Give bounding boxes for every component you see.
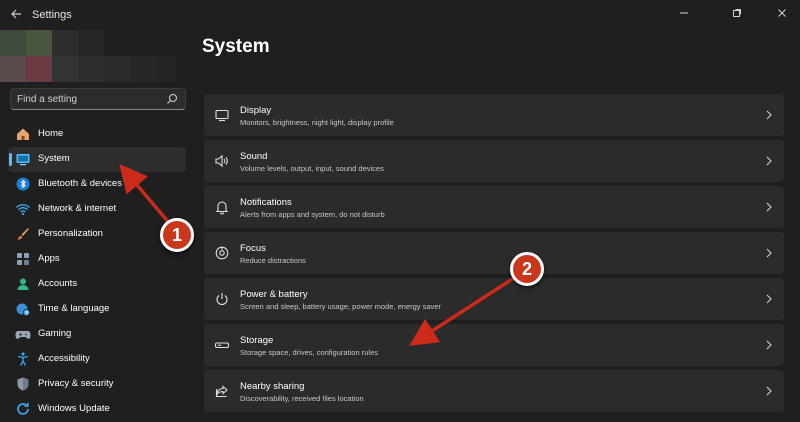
sidebar-item-label: Accessibility: [38, 353, 90, 364]
settings-card-sound[interactable]: Sound Volume levels, output, input, soun…: [204, 140, 784, 182]
sidebar-item-label: Apps: [38, 253, 60, 264]
sidebar-item-accounts[interactable]: Accounts: [8, 272, 186, 297]
card-title: Focus: [240, 243, 266, 254]
sidebar-item-windows-update[interactable]: Windows Update: [8, 397, 186, 422]
close-icon: [778, 9, 786, 17]
focus-icon: [215, 246, 229, 260]
power-icon: [216, 293, 228, 306]
chevron-right-icon: [766, 248, 772, 258]
globe-clock-icon: [16, 303, 31, 317]
card-subtitle: Screen and sleep, battery usage, power m…: [240, 302, 441, 311]
sidebar-item-system[interactable]: System: [8, 147, 186, 172]
sidebar-item-network[interactable]: Network & internet: [8, 197, 186, 222]
sidebar-item-label: Privacy & security: [38, 378, 114, 389]
sidebar-nav: Home System Bluetooth & devices Network …: [8, 122, 186, 422]
selection-indicator: [9, 153, 12, 166]
card-subtitle: Reduce distractions: [240, 256, 306, 265]
card-title: Notifications: [240, 197, 292, 208]
card-title: Storage: [240, 335, 274, 346]
sidebar-item-bluetooth[interactable]: Bluetooth & devices: [8, 172, 186, 197]
sidebar-item-gaming[interactable]: Gaming: [8, 322, 186, 347]
title-bar: Settings: [0, 0, 800, 32]
chevron-right-icon: [766, 156, 772, 166]
sidebar-item-label: Time & language: [38, 303, 110, 314]
chevron-right-icon: [766, 294, 772, 304]
sidebar-item-home[interactable]: Home: [8, 122, 186, 147]
back-button[interactable]: [8, 7, 24, 23]
page-title: System: [202, 36, 270, 57]
chevron-right-icon: [766, 340, 772, 350]
sidebar-item-time-language[interactable]: Time & language: [8, 297, 186, 322]
card-title: Power & battery: [240, 289, 308, 300]
wifi-icon: [15, 203, 31, 216]
avatar[interactable]: [0, 30, 176, 82]
sidebar-item-label: Network & internet: [38, 203, 117, 214]
card-subtitle: Volume levels, output, input, sound devi…: [240, 164, 384, 173]
monitor-icon: [16, 154, 30, 166]
app-title: Settings: [32, 9, 72, 21]
display-icon: [215, 109, 229, 122]
annotation-badge-2: 2: [510, 252, 544, 286]
sidebar-item-label: Home: [38, 128, 64, 139]
card-title: Nearby sharing: [240, 381, 305, 392]
sidebar-item-privacy-security[interactable]: Privacy & security: [8, 372, 186, 397]
maximize-button[interactable]: [717, 2, 757, 26]
accessibility-icon: [17, 352, 29, 366]
maximize-icon: [733, 9, 741, 17]
person-icon: [17, 278, 29, 290]
card-subtitle: Alerts from apps and system, do not dist…: [240, 210, 385, 219]
minimize-button[interactable]: [664, 2, 704, 26]
arrow-left-icon: [11, 9, 21, 19]
share-icon: [215, 385, 228, 398]
card-subtitle: Discoverability, received files location: [240, 394, 364, 403]
settings-card-notifications[interactable]: Notifications Alerts from apps and syste…: [204, 186, 784, 228]
sidebar-item-accessibility[interactable]: Accessibility: [8, 347, 186, 372]
shield-icon: [17, 377, 29, 391]
storage-icon: [214, 342, 230, 349]
card-title: Display: [240, 105, 272, 116]
card-subtitle: Monitors, brightness, night light, displ…: [240, 118, 394, 127]
settings-card-storage[interactable]: Storage Storage space, drives, configura…: [204, 324, 784, 366]
sidebar-item-label: Gaming: [38, 328, 72, 339]
settings-card-nearby-sharing[interactable]: Nearby sharing Discoverability, received…: [204, 370, 784, 412]
search-input[interactable]: [17, 92, 157, 106]
home-icon: [17, 128, 29, 140]
sidebar-item-label: Accounts: [38, 278, 78, 289]
brush-icon: [17, 228, 29, 240]
update-icon: [17, 402, 29, 415]
annotation-badge-1: 1: [160, 218, 194, 252]
settings-card-display[interactable]: Display Monitors, brightness, night ligh…: [204, 94, 784, 136]
settings-card-power-battery[interactable]: Power & battery Screen and sleep, batter…: [204, 278, 784, 320]
chevron-right-icon: [766, 110, 772, 120]
chevron-right-icon: [766, 202, 772, 212]
speaker-icon: [215, 154, 228, 168]
bluetooth-icon: [16, 177, 30, 191]
gamepad-icon: [15, 331, 31, 339]
minimize-icon: [680, 12, 688, 14]
sidebar-item-label: System: [38, 153, 70, 164]
close-button[interactable]: [762, 2, 800, 26]
apps-icon: [17, 253, 29, 265]
card-title: Sound: [240, 151, 268, 162]
bell-icon: [215, 201, 229, 215]
chevron-right-icon: [766, 386, 772, 396]
search-box[interactable]: [10, 88, 186, 110]
sidebar-item-label: Personalization: [38, 228, 103, 239]
settings-list: Display Monitors, brightness, night ligh…: [204, 94, 784, 416]
sidebar-item-label: Windows Update: [38, 403, 110, 414]
sidebar-item-apps[interactable]: Apps: [8, 247, 186, 272]
card-subtitle: Storage space, drives, configuration rul…: [240, 348, 378, 357]
settings-card-focus[interactable]: Focus Reduce distractions: [204, 232, 784, 274]
sidebar-item-label: Bluetooth & devices: [38, 178, 122, 189]
search-icon[interactable]: [165, 92, 179, 106]
